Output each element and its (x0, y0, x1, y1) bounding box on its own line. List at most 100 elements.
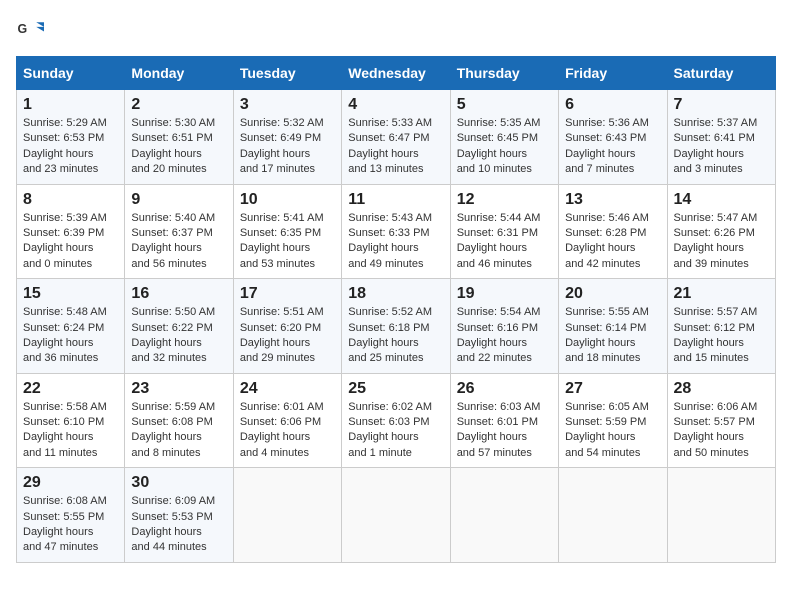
day-number: 27 (565, 380, 660, 398)
day-info: Sunrise: 5:29 AMSunset: 6:53 PMDaylight … (23, 117, 107, 175)
day-info: Sunrise: 5:47 AMSunset: 6:26 PMDaylight … (674, 212, 758, 270)
calendar-cell: 10 Sunrise: 5:41 AMSunset: 6:35 PMDayligh… (233, 184, 341, 279)
day-info: Sunrise: 5:30 AMSunset: 6:51 PMDaylight … (131, 117, 215, 175)
weekday-header: Sunday (17, 57, 125, 90)
day-info: Sunrise: 5:36 AMSunset: 6:43 PMDaylight … (565, 117, 649, 175)
calendar-cell: 17 Sunrise: 5:51 AMSunset: 6:20 PMDayligh… (233, 279, 341, 374)
calendar-cell: 9 Sunrise: 5:40 AMSunset: 6:37 PMDaylight… (125, 184, 233, 279)
day-info: Sunrise: 6:09 AMSunset: 5:53 PMDaylight … (131, 495, 215, 553)
logo-icon: G (16, 16, 44, 44)
day-info: Sunrise: 5:51 AMSunset: 6:20 PMDaylight … (240, 306, 324, 364)
day-number: 11 (348, 191, 443, 209)
day-info: Sunrise: 5:55 AMSunset: 6:14 PMDaylight … (565, 306, 649, 364)
calendar-row: 15Sunrise: 5:48 AMSunset: 6:24 PMDayligh… (17, 279, 776, 374)
calendar-cell (342, 468, 450, 563)
day-number: 8 (23, 191, 118, 209)
day-info: Sunrise: 6:01 AMSunset: 6:06 PMDaylight … (240, 401, 324, 459)
day-number: 9 (131, 191, 226, 209)
day-info: Sunrise: 5:43 AMSunset: 6:33 PMDaylight … (348, 212, 432, 270)
calendar-cell: 27 Sunrise: 6:05 AMSunset: 5:59 PMDayligh… (559, 373, 667, 468)
page-header: G (16, 16, 776, 44)
weekday-header-row: SundayMondayTuesdayWednesdayThursdayFrid… (17, 57, 776, 90)
logo: G (16, 16, 48, 44)
calendar-cell (559, 468, 667, 563)
calendar-cell: 1 Sunrise: 5:29 AMSunset: 6:53 PMDaylight… (17, 90, 125, 185)
weekday-header: Monday (125, 57, 233, 90)
day-info: Sunrise: 5:37 AMSunset: 6:41 PMDaylight … (674, 117, 758, 175)
calendar-cell: 2Sunrise: 5:30 AMSunset: 6:51 PMDaylight… (125, 90, 233, 185)
day-number: 7 (674, 96, 769, 114)
day-number: 6 (565, 96, 660, 114)
day-number: 14 (674, 191, 769, 209)
calendar-cell: 25 Sunrise: 6:02 AMSunset: 6:03 PMDayligh… (342, 373, 450, 468)
day-number: 5 (457, 96, 552, 114)
day-number: 19 (457, 285, 552, 303)
calendar-cell: 24Sunrise: 6:01 AMSunset: 6:06 PMDayligh… (233, 373, 341, 468)
svg-text:G: G (18, 22, 28, 36)
day-number: 23 (131, 380, 226, 398)
day-info: Sunrise: 5:59 AMSunset: 6:08 PMDaylight … (131, 401, 215, 459)
calendar-cell: 22Sunrise: 5:58 AMSunset: 6:10 PMDayligh… (17, 373, 125, 468)
calendar-cell: 28Sunrise: 6:06 AMSunset: 5:57 PMDayligh… (667, 373, 775, 468)
calendar-cell (667, 468, 775, 563)
day-info: Sunrise: 6:06 AMSunset: 5:57 PMDaylight … (674, 401, 758, 459)
calendar-cell: 7 Sunrise: 5:37 AMSunset: 6:41 PMDaylight… (667, 90, 775, 185)
day-info: Sunrise: 6:02 AMSunset: 6:03 PMDaylight … (348, 401, 432, 459)
day-info: Sunrise: 6:05 AMSunset: 5:59 PMDaylight … (565, 401, 649, 459)
weekday-header: Tuesday (233, 57, 341, 90)
calendar-cell: 13Sunrise: 5:46 AMSunset: 6:28 PMDayligh… (559, 184, 667, 279)
weekday-header: Saturday (667, 57, 775, 90)
calendar-cell: 3 Sunrise: 5:32 AMSunset: 6:49 PMDaylight… (233, 90, 341, 185)
calendar-cell: 18Sunrise: 5:52 AMSunset: 6:18 PMDayligh… (342, 279, 450, 374)
calendar-cell: 4 Sunrise: 5:33 AMSunset: 6:47 PMDaylight… (342, 90, 450, 185)
day-number: 29 (23, 474, 118, 492)
day-info: Sunrise: 5:50 AMSunset: 6:22 PMDaylight … (131, 306, 215, 364)
calendar-cell (233, 468, 341, 563)
calendar-cell: 16 Sunrise: 5:50 AMSunset: 6:22 PMDayligh… (125, 279, 233, 374)
calendar-row: 22Sunrise: 5:58 AMSunset: 6:10 PMDayligh… (17, 373, 776, 468)
day-info: Sunrise: 5:44 AMSunset: 6:31 PMDaylight … (457, 212, 541, 270)
day-number: 21 (674, 285, 769, 303)
calendar-cell: 11 Sunrise: 5:43 AMSunset: 6:33 PMDayligh… (342, 184, 450, 279)
day-number: 3 (240, 96, 335, 114)
day-info: Sunrise: 5:57 AMSunset: 6:12 PMDaylight … (674, 306, 758, 364)
weekday-header: Friday (559, 57, 667, 90)
day-info: Sunrise: 5:41 AMSunset: 6:35 PMDaylight … (240, 212, 324, 270)
calendar-cell: 8 Sunrise: 5:39 AMSunset: 6:39 PMDaylight… (17, 184, 125, 279)
calendar-cell: 29 Sunrise: 6:08 AMSunset: 5:55 PMDayligh… (17, 468, 125, 563)
day-info: Sunrise: 5:32 AMSunset: 6:49 PMDaylight … (240, 117, 324, 175)
calendar-cell: 15Sunrise: 5:48 AMSunset: 6:24 PMDayligh… (17, 279, 125, 374)
calendar-cell: 30Sunrise: 6:09 AMSunset: 5:53 PMDayligh… (125, 468, 233, 563)
day-number: 16 (131, 285, 226, 303)
day-info: Sunrise: 6:03 AMSunset: 6:01 PMDaylight … (457, 401, 541, 459)
day-info: Sunrise: 6:08 AMSunset: 5:55 PMDaylight … (23, 495, 107, 553)
day-info: Sunrise: 5:48 AMSunset: 6:24 PMDaylight … (23, 306, 107, 364)
day-number: 10 (240, 191, 335, 209)
day-number: 4 (348, 96, 443, 114)
day-info: Sunrise: 5:40 AMSunset: 6:37 PMDaylight … (131, 212, 215, 270)
weekday-header: Wednesday (342, 57, 450, 90)
calendar-cell (450, 468, 558, 563)
calendar-cell: 5Sunrise: 5:35 AMSunset: 6:45 PMDaylight… (450, 90, 558, 185)
day-info: Sunrise: 5:52 AMSunset: 6:18 PMDaylight … (348, 306, 432, 364)
calendar-cell: 23 Sunrise: 5:59 AMSunset: 6:08 PMDayligh… (125, 373, 233, 468)
day-info: Sunrise: 5:54 AMSunset: 6:16 PMDaylight … (457, 306, 541, 364)
day-info: Sunrise: 5:39 AMSunset: 6:39 PMDaylight … (23, 212, 107, 270)
day-number: 22 (23, 380, 118, 398)
day-number: 12 (457, 191, 552, 209)
calendar-cell: 6 Sunrise: 5:36 AMSunset: 6:43 PMDaylight… (559, 90, 667, 185)
day-number: 26 (457, 380, 552, 398)
day-number: 20 (565, 285, 660, 303)
day-info: Sunrise: 5:33 AMSunset: 6:47 PMDaylight … (348, 117, 432, 175)
day-number: 13 (565, 191, 660, 209)
weekday-header: Thursday (450, 57, 558, 90)
calendar-row: 29 Sunrise: 6:08 AMSunset: 5:55 PMDayligh… (17, 468, 776, 563)
calendar-table: SundayMondayTuesdayWednesdayThursdayFrid… (16, 56, 776, 563)
calendar-row: 8 Sunrise: 5:39 AMSunset: 6:39 PMDaylight… (17, 184, 776, 279)
day-number: 25 (348, 380, 443, 398)
calendar-cell: 26 Sunrise: 6:03 AMSunset: 6:01 PMDayligh… (450, 373, 558, 468)
calendar-cell: 14 Sunrise: 5:47 AMSunset: 6:26 PMDayligh… (667, 184, 775, 279)
calendar-cell: 19 Sunrise: 5:54 AMSunset: 6:16 PMDayligh… (450, 279, 558, 374)
day-number: 1 (23, 96, 118, 114)
day-number: 17 (240, 285, 335, 303)
